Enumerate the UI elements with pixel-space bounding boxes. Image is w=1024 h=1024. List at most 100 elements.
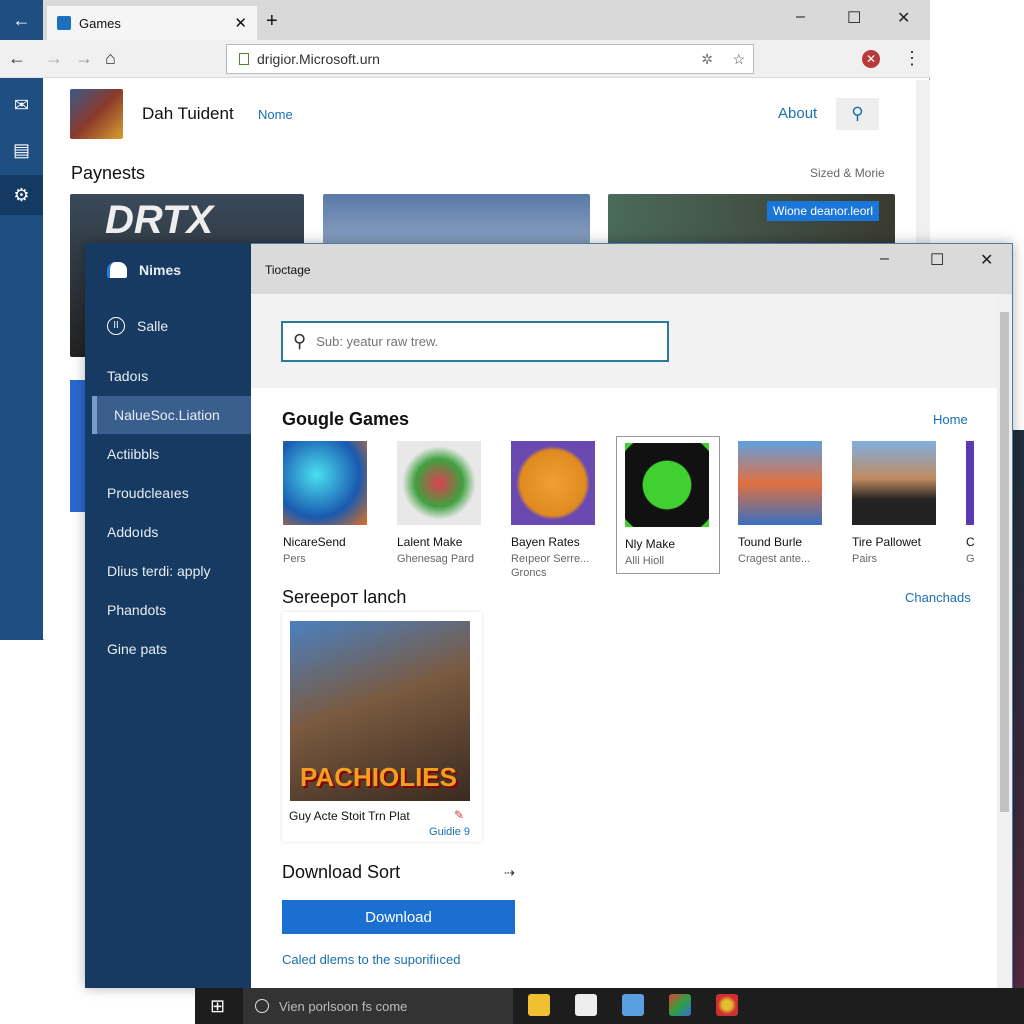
browser-tab[interactable]: Games ✕ [47,6,257,40]
close-tab-icon[interactable]: ✕ [234,14,247,32]
partial-image [70,380,85,512]
sidebar-item[interactable]: Addoıds [85,513,251,551]
tag-icon: ✎ [454,808,465,822]
sidebar-item-label: Tadoıs [107,368,149,384]
settings-icon[interactable]: ⚙ [0,175,43,215]
app-icon[interactable] [669,994,691,1016]
game-title: C [966,535,975,549]
page-icon [239,53,249,65]
sidebar-item[interactable]: Proudcleaıes [85,474,251,512]
game-card[interactable]: Lalent Make Ghenesag Pard [392,436,502,574]
nav-home-link[interactable]: Nome [258,107,293,122]
games-section-title: Gougle Games [282,409,410,429]
sidebar-item-label: Addoıds [107,524,159,540]
app-logo-icon [107,262,127,278]
cortana-icon [255,999,269,1013]
mail-icon[interactable]: ✉ [0,85,43,125]
section-title: Paynests [71,163,146,183]
download-button[interactable]: Download [282,900,515,934]
store-bag-icon[interactable] [575,994,597,1016]
game-subtitle: Cragest ante... [738,553,811,565]
star-icon[interactable]: ☆ [732,51,745,68]
arrow-icon[interactable]: ⇢ [504,865,515,881]
game-title: Bayen Rates [511,535,580,549]
game-thumbnail [283,441,367,525]
game-title: Tound Burle [738,535,803,549]
close-red-icon[interactable]: ✕ [862,50,880,68]
sidebar-item-salle[interactable]: II Salle [85,307,251,345]
taskbar-search[interactable]: Vien porlsoon fs come [243,988,513,1024]
game-subtitle: Pers [283,553,306,565]
featured-card-link[interactable]: Guidie 9 [429,826,470,838]
app-scrollbar[interactable] [997,294,1012,988]
file-explorer-icon[interactable] [528,994,550,1016]
tab-title: Games [79,15,121,31]
search-button[interactable]: ⚲ [836,98,879,130]
minimize-button[interactable]: – [796,8,805,26]
sidebar-item-label: Gine pats [107,641,167,657]
store-icon[interactable] [622,994,644,1016]
game-subtitle: Reıpeor Serre... Groncs [511,553,590,579]
sidebar-item-label: Proudcleaıes [107,485,189,501]
section-link[interactable]: Sized & Morie [810,166,885,180]
game-card[interactable]: Tound Burle Cragest ante... [733,436,843,574]
close-button[interactable]: ✕ [897,8,910,28]
game-card[interactable]: Bayen Rates Reıpeor Serre... Groncs [506,436,616,579]
sidebar-item[interactable]: Actiibbls [85,435,251,473]
download-info-link[interactable]: Caled dlems to the suporifiıced [282,952,460,967]
extension-icon[interactable]: ✲ [701,51,713,68]
featured-card[interactable]: PACHIOLIES Guy Acte Stoit Trn Plat ✎ Gui… [282,612,482,842]
game-title: NicareSend [283,535,346,549]
about-link[interactable]: About [778,105,817,122]
game-subtitle: Alli Hioll [625,555,665,567]
game-subtitle: Pairs [852,553,878,565]
promo-badge[interactable]: Wione deanor.leorl [767,201,880,221]
launch-section-link[interactable]: Chanchads [905,590,971,605]
app-brand[interactable]: Nimes [85,251,251,289]
address-bar[interactable]: drigior.Microsoft.urn ✲ ☆ [226,44,754,74]
pause-icon: II [107,317,125,335]
games-home-link[interactable]: Home [933,412,968,427]
app-sidebar: Nimes II Salle Tadoıs NalueSoc.Liation Ac… [85,243,251,988]
forward-icon[interactable]: → [45,48,63,69]
card-art-text: PACHIOLIES [300,762,457,792]
game-thumbnail [738,441,822,525]
back-icon[interactable]: ← [8,48,26,69]
more-icon[interactable]: ⋮ [903,48,921,69]
game-card[interactable]: CG [961,436,981,574]
new-tab-button[interactable]: + [266,10,278,33]
clipboard-icon[interactable]: ▤ [0,130,43,170]
game-card-selected[interactable]: Nly Make Alli Hioll [616,436,720,574]
game-thumbnail [966,441,974,525]
search-field[interactable]: ⚲ [281,321,669,362]
app-title-bar [251,244,1012,294]
windows-start-icon[interactable]: ⊞ [210,996,225,1017]
sidebar-item-selected[interactable]: NalueSoc.Liation [92,396,251,434]
minimize-button[interactable]: – [880,250,889,268]
forward-icon[interactable]: → [75,48,93,69]
back-icon[interactable]: ← [0,0,43,40]
close-button[interactable]: ✕ [980,250,993,270]
featured-game-image[interactable] [323,194,590,244]
site-logo [70,89,123,139]
sidebar-item[interactable]: Phandots [85,591,251,629]
home-icon[interactable]: ⌂ [105,48,116,69]
hero-text: DRTX [105,198,214,242]
site-title[interactable]: Dah Tuident [142,104,234,124]
sidebar-item[interactable]: Tadoıs [85,357,251,395]
maximize-button[interactable]: ☐ [930,250,944,270]
search-input[interactable] [316,334,647,349]
window-title: Tioctage [265,263,311,277]
chrome-icon[interactable] [716,994,738,1016]
sidebar-item-label: Salle [137,318,169,334]
brand-label: Nimes [139,262,182,278]
scrollbar-thumb[interactable] [1000,312,1009,812]
game-card[interactable]: NicareSend Pers [278,436,388,574]
game-card[interactable]: Tire Pallowet Pairs [847,436,957,574]
sidebar-item[interactable]: Gine pats [85,630,251,668]
taskbar-search-text: Vien porlsoon fs come [279,998,408,1014]
game-thumbnail [397,441,481,525]
maximize-button[interactable]: ☐ [847,8,861,28]
game-thumbnail [852,441,936,525]
sidebar-item[interactable]: Dlius terdi: apply [85,552,251,590]
